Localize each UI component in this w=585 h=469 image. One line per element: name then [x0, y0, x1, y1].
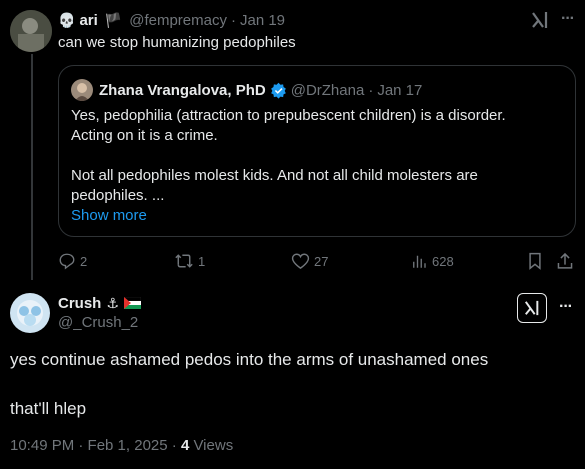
avatar-fempremacy[interactable] [10, 10, 52, 52]
anchor-emoji-icon: ⚓ [106, 294, 119, 311]
reply-text-line-2: that'll hlep [10, 399, 87, 418]
reply-text-line-1: yes continue ashamed pedos into the arms… [10, 350, 489, 369]
reply-count: 2 [80, 253, 88, 269]
quote-text-line-2: Acting on it is a crime. [71, 127, 218, 144]
handle[interactable]: @fempremacy [129, 12, 227, 29]
share-button[interactable] [556, 251, 574, 275]
more-options-button[interactable]: ··· [561, 10, 575, 28]
like-count: 27 [314, 253, 329, 269]
reply-button[interactable]: 2 [58, 252, 87, 270]
views-button[interactable]: 628 [410, 252, 454, 270]
tweet-date[interactable]: Jan 19 [240, 12, 285, 29]
quote-display-name[interactable]: Zhana Vrangalova, PhD [99, 82, 266, 99]
pirate-icon: 🏴 [104, 11, 123, 28]
reply-display-name[interactable]: Crush [58, 295, 101, 312]
reply-timestamp[interactable]: 10:49 PM · Feb 1, 2025 · [10, 437, 181, 454]
views-icon [410, 252, 428, 270]
skull-icon: 💀 [58, 11, 76, 28]
reply-icon [58, 252, 76, 270]
reply-handle[interactable]: @_Crush_2 [58, 314, 138, 332]
avatar-drzhana[interactable] [71, 79, 93, 101]
avatar-crush[interactable] [10, 293, 50, 333]
quote-text-line-4: pedophiles. ... [71, 187, 165, 204]
flag-palestine-icon [123, 297, 141, 309]
retweet-button[interactable]: 1 [174, 252, 205, 270]
views-count: 628 [432, 253, 454, 269]
bookmark-icon [527, 252, 543, 274]
reply-header: Crush ⚓ [58, 293, 141, 313]
retweet-icon [174, 252, 194, 270]
like-button[interactable]: 27 [291, 252, 328, 270]
grok-icon[interactable] [531, 10, 549, 30]
show-more-link[interactable]: Show more [71, 206, 147, 226]
bookmark-button[interactable] [527, 252, 543, 275]
display-name[interactable]: ari [79, 12, 97, 29]
reply-more-options-button[interactable]: ··· [559, 298, 573, 316]
quote-text-line-1: Yes, pedophilia (attraction to prepubesc… [71, 107, 506, 124]
grok-icon [524, 299, 540, 322]
quote-date[interactable]: Jan 17 [377, 82, 422, 99]
quote-handle[interactable]: @DrZhana [291, 82, 365, 99]
share-icon [556, 252, 574, 274]
quoted-tweet[interactable]: Zhana Vrangalova, PhD @DrZhana · Jan 17 … [58, 65, 576, 237]
tweet-header: 💀 ari 🏴 @fempremacy · Jan 19 [58, 11, 286, 29]
reply-views-label: Views [189, 437, 234, 454]
quote-header: Zhana Vrangalova, PhD @DrZhana · Jan 17 [99, 81, 423, 99]
grok-button[interactable] [517, 293, 547, 323]
reply-meta: 10:49 PM · Feb 1, 2025 · 4 Views [10, 436, 233, 456]
thread-line [31, 54, 33, 280]
heart-icon [291, 252, 310, 270]
retweet-count: 1 [198, 253, 206, 269]
verified-icon [270, 82, 287, 99]
tweet-text: can we stop humanizing pedophiles [58, 34, 296, 51]
quote-text-line-3: Not all pedophiles molest kids. And not … [71, 167, 478, 184]
